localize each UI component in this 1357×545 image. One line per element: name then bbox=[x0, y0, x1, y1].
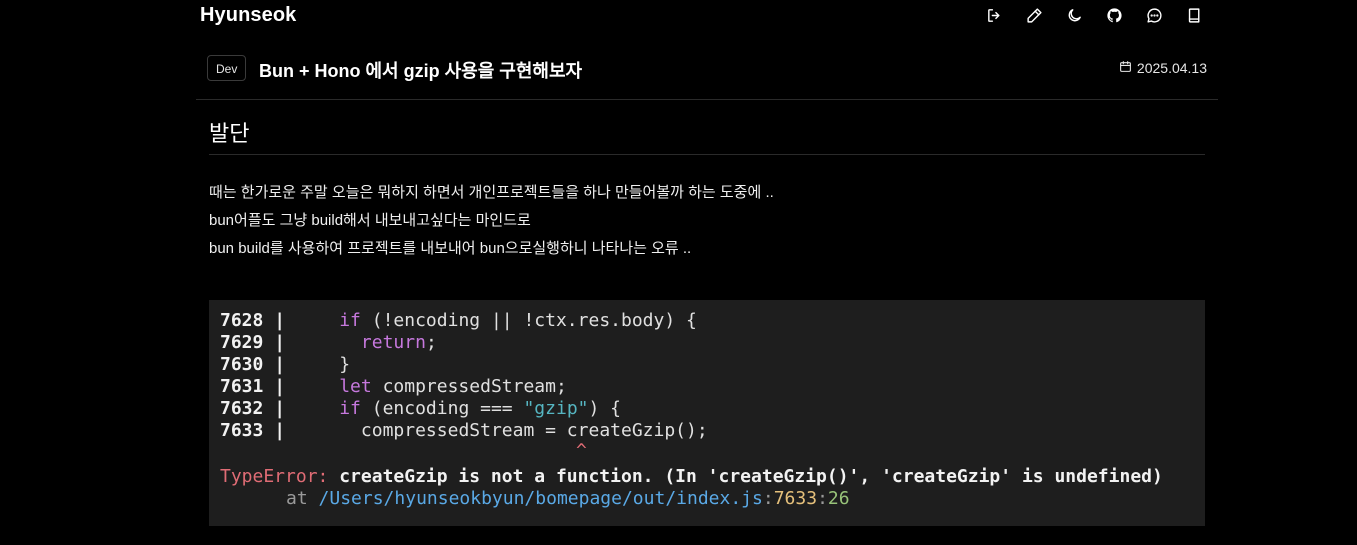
error-screenshot: 7628 | if (!encoding || !ctx.res.body) {… bbox=[209, 300, 1205, 526]
paragraph-line: 때는 한가로운 주말 오늘은 뭐하지 하면서 개인프로젝트들을 하나 만들어볼까… bbox=[209, 184, 774, 201]
code-line: 7631 | let compressedStream; bbox=[220, 376, 567, 397]
post-date-text: 2025.04.13 bbox=[1136, 60, 1207, 76]
section-heading: 발단 bbox=[209, 100, 1205, 155]
calendar-icon bbox=[1119, 60, 1132, 76]
intro-paragraph: 때는 한가로운 주말 오늘은 뭐하지 하면서 개인프로젝트들을 하나 만들어볼까… bbox=[209, 179, 1205, 263]
moon-icon[interactable] bbox=[1064, 5, 1084, 25]
logout-icon[interactable] bbox=[984, 5, 1004, 25]
code-line: 7633 | compressedStream = createGzip(); bbox=[220, 420, 708, 441]
header-actions bbox=[984, 5, 1204, 25]
site-brand[interactable]: Hyunseok bbox=[200, 4, 296, 27]
error-line: TypeError: createGzip is not a function.… bbox=[220, 466, 1163, 487]
pencil-icon[interactable] bbox=[1024, 5, 1044, 25]
category-tag[interactable]: Dev bbox=[207, 55, 247, 81]
paragraph-line: bun어플도 그냥 build해서 내보내고싶다는 마인드로 bbox=[209, 212, 531, 229]
page: Hyunseok Dev Bun + Hono 에서 gzip 사용을 구현해보… bbox=[0, 0, 1357, 545]
message-icon[interactable] bbox=[1144, 5, 1164, 25]
stack-line: at /Users/hyunseokbyun/bomepage/out/inde… bbox=[286, 488, 850, 509]
post-body: 발단 때는 한가로운 주말 오늘은 뭐하지 하면서 개인프로젝트들을 하나 만들… bbox=[209, 100, 1205, 263]
github-icon[interactable] bbox=[1104, 5, 1124, 25]
site-header: Hyunseok bbox=[196, 0, 1218, 32]
post-title: Bun + Hono 에서 gzip 사용을 구현해보자 bbox=[259, 61, 583, 81]
post-date: 2025.04.13 bbox=[1119, 60, 1207, 76]
code-line: 7630 | } bbox=[220, 354, 351, 375]
error-caret: ^ bbox=[576, 440, 587, 461]
post-header: Dev Bun + Hono 에서 gzip 사용을 구현해보자 2025.04… bbox=[196, 40, 1218, 100]
code-line: 7629 | return; bbox=[220, 332, 437, 353]
code-line: 7632 | if (encoding === "gzip") { bbox=[220, 398, 622, 419]
code-line: 7628 | if (!encoding || !ctx.res.body) { bbox=[220, 310, 697, 331]
book-icon[interactable] bbox=[1184, 5, 1204, 25]
paragraph-line: bun build를 사용하여 프로젝트를 내보내어 bun으로실행하니 나타나… bbox=[209, 240, 692, 257]
